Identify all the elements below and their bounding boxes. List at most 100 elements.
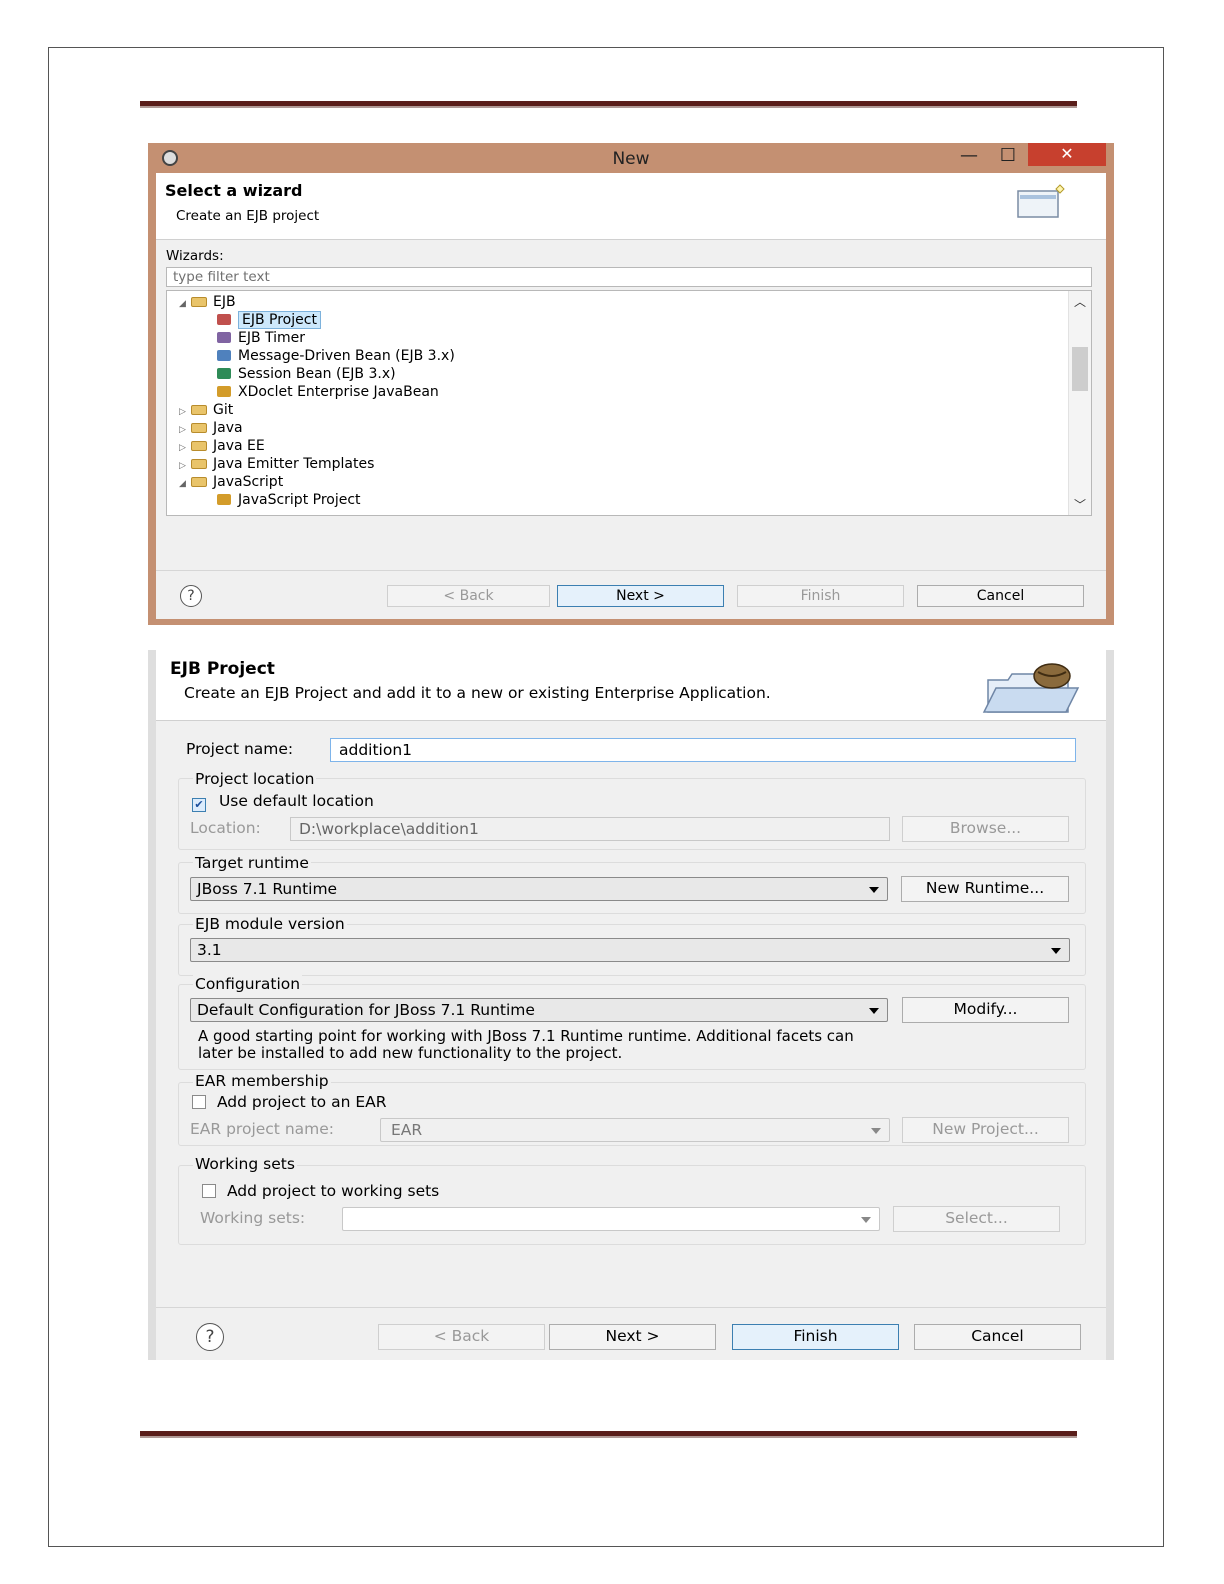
wizard-item-icon — [217, 368, 231, 379]
tree-label: Java — [213, 420, 243, 436]
tree-item[interactable]: EJB Timer — [217, 329, 305, 347]
tree-item[interactable]: EJB Project — [217, 311, 321, 329]
minimize-icon[interactable]: — — [956, 145, 982, 167]
scroll-up-icon[interactable]: ︿ — [1069, 293, 1091, 310]
ear-project-name-select[interactable]: EAR — [380, 1118, 890, 1142]
wizard-banner-icon — [1017, 184, 1065, 218]
tree-item[interactable]: Message-Driven Bean (EJB 3.x) — [217, 347, 455, 365]
add-to-working-sets-checkbox[interactable] — [202, 1184, 216, 1198]
folder-icon — [191, 459, 207, 469]
tree-scrollbar[interactable]: ︿ ﹀ — [1068, 291, 1091, 515]
new-wizard-window: New — ☐ ✕ Select a wizard Create an EJB … — [148, 143, 1114, 625]
target-runtime-value: JBoss 7.1 Runtime — [197, 880, 338, 898]
tree-folder[interactable]: ◢ JavaScript — [179, 473, 283, 491]
location-input[interactable]: D:\workplace\addition1 — [290, 817, 890, 841]
scroll-thumb[interactable] — [1072, 347, 1088, 391]
chevron-down-icon — [871, 1128, 881, 1134]
ejb-project-window: EJB Project Create an EJB Project and ad… — [148, 650, 1114, 1360]
add-to-ear-checkbox[interactable] — [192, 1095, 206, 1109]
chevron-down-icon — [861, 1217, 871, 1223]
button-separator — [156, 570, 1106, 571]
wizard-item-icon — [217, 314, 231, 325]
wizard-item-icon — [217, 386, 231, 397]
new-runtime-button[interactable]: New Runtime... — [901, 876, 1069, 902]
tree-label: JavaScript — [213, 474, 284, 490]
tree-folder[interactable]: ▷ Java — [179, 419, 243, 437]
working-sets-group — [178, 1165, 1086, 1245]
ejb-project-banner-icon — [982, 663, 1080, 713]
working-sets-legend: Working sets — [193, 1155, 297, 1173]
next-button[interactable]: Next > — [549, 1324, 716, 1350]
target-runtime-legend: Target runtime — [193, 854, 311, 872]
tree-label: Session Bean (EJB 3.x) — [238, 366, 396, 382]
add-to-working-sets[interactable]: Add project to working sets — [202, 1182, 439, 1200]
help-icon[interactable]: ? — [196, 1323, 224, 1351]
scroll-down-icon[interactable]: ﹀ — [1069, 496, 1091, 513]
tree-item[interactable]: Session Bean (EJB 3.x) — [217, 365, 396, 383]
tree-label: Java Emitter Templates — [213, 456, 375, 472]
ejb-module-version-value: 3.1 — [197, 941, 222, 959]
configuration-description-line2: later be installed to add new functional… — [198, 1044, 623, 1062]
folder-icon — [191, 441, 207, 451]
cancel-button[interactable]: Cancel — [914, 1324, 1081, 1350]
header-description: Create an EJB Project and add it to a ne… — [184, 684, 771, 702]
folder-icon — [191, 405, 207, 415]
project-name-input[interactable]: addition1 — [330, 738, 1076, 762]
configuration-legend: Configuration — [193, 975, 303, 993]
tree-item[interactable]: XDoclet Enterprise JavaBean — [217, 383, 439, 401]
bottom-rule — [140, 1431, 1077, 1438]
chevron-down-icon — [1051, 948, 1061, 954]
ejb-module-version-select[interactable]: 3.1 — [190, 938, 1070, 962]
working-sets-select[interactable] — [342, 1207, 880, 1231]
top-rule — [140, 101, 1077, 108]
add-to-working-sets-label: Add project to working sets — [226, 1182, 440, 1200]
tree-label: Git — [213, 402, 234, 418]
use-default-checkbox[interactable]: ✔ — [192, 798, 206, 812]
add-to-ear[interactable]: Add project to an EAR — [192, 1093, 387, 1111]
close-icon[interactable]: ✕ — [1028, 143, 1106, 166]
wizard-item-icon — [217, 494, 231, 505]
filter-input[interactable]: type filter text — [166, 267, 1092, 287]
cancel-button[interactable]: Cancel — [917, 585, 1084, 607]
finish-button[interactable]: Finish — [737, 585, 904, 607]
browse-button[interactable]: Browse... — [902, 816, 1069, 842]
wizard-item-icon — [217, 350, 231, 361]
help-icon[interactable]: ? — [180, 585, 202, 607]
expanded-arrow-icon[interactable]: ◢ — [179, 475, 191, 493]
back-button[interactable]: < Back — [387, 585, 550, 607]
tree-label: Message-Driven Bean (EJB 3.x) — [238, 348, 455, 364]
new-project-button[interactable]: New Project... — [902, 1117, 1069, 1143]
tree-label: JavaScript Project — [238, 492, 361, 508]
configuration-select[interactable]: Default Configuration for JBoss 7.1 Runt… — [190, 998, 888, 1022]
select-button[interactable]: Select... — [893, 1206, 1060, 1232]
wizard-item-icon — [217, 332, 231, 343]
configuration-description-line1: A good starting point for working with J… — [198, 1027, 854, 1045]
wizard-client: EJB Project Create an EJB Project and ad… — [156, 650, 1106, 1360]
tree-label: EJB Timer — [238, 330, 306, 346]
folder-icon — [191, 423, 207, 433]
wizard-client: Select a wizard Create an EJB project Wi… — [156, 173, 1106, 619]
back-button[interactable]: < Back — [378, 1324, 545, 1350]
maximize-icon[interactable]: ☐ — [995, 145, 1021, 167]
next-button[interactable]: Next > — [557, 585, 724, 607]
use-default-location[interactable]: ✔ Use default location — [192, 792, 374, 812]
tree-folder[interactable]: ▷ Java EE — [179, 437, 265, 455]
target-runtime-select[interactable]: JBoss 7.1 Runtime — [190, 877, 888, 901]
project-location-legend: Project location — [193, 770, 317, 788]
configuration-value: Default Configuration for JBoss 7.1 Runt… — [197, 1001, 535, 1019]
modify-button[interactable]: Modify... — [902, 997, 1069, 1023]
tree-folder[interactable]: ▷ Java Emitter Templates — [179, 455, 374, 473]
expanded-arrow-icon[interactable]: ◢ — [179, 295, 191, 313]
wizard-header: EJB Project Create an EJB Project and ad… — [156, 650, 1106, 721]
tree-item[interactable]: JavaScript Project — [217, 491, 361, 509]
chevron-down-icon — [869, 1008, 879, 1014]
tree-folder[interactable]: ▷ Git — [179, 401, 233, 419]
tree-label: EJB — [213, 294, 236, 310]
header-title: EJB Project — [170, 659, 275, 679]
tree-label: XDoclet Enterprise JavaBean — [238, 384, 439, 400]
tree-folder[interactable]: ◢ EJB — [179, 293, 236, 311]
wizard-tree[interactable]: ︿ ﹀ ◢ EJB EJB Project EJB Timer Message-Driv… — [166, 290, 1092, 516]
add-to-ear-label: Add project to an EAR — [216, 1093, 387, 1111]
working-sets-label: Working sets: — [200, 1209, 306, 1227]
finish-button[interactable]: Finish — [732, 1324, 899, 1350]
